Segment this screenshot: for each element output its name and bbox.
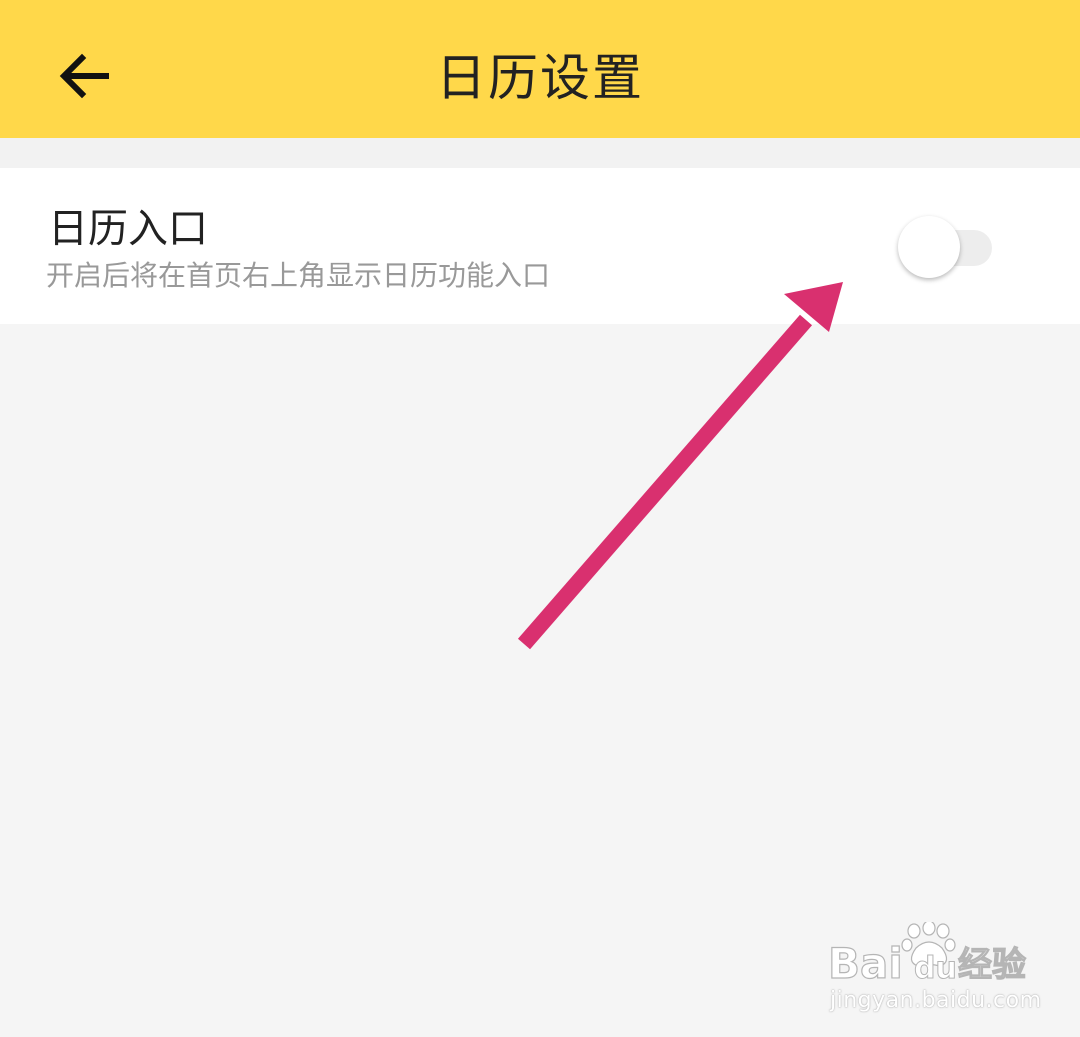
baidu-jingyan-watermark: Bai du 经验 jingyan.baidu.com [826,922,1041,1018]
svg-text:Bai: Bai [828,939,903,988]
page-title: 日历设置 [436,49,644,107]
top-app-bar: 日历设置 [0,0,1080,138]
svg-text:du: du [914,951,957,986]
toggle-knob [898,216,960,278]
setting-description: 开启后将在首页右上角显示日历功能入口 [46,259,551,292]
baidu-jingyan-logo: Bai du 经验 [827,922,1027,989]
calendar-entry-toggle[interactable] [898,216,998,280]
calendar-entry-setting-row[interactable]: 日历入口 开启后将在首页右上角显示日历功能入口 [0,168,1080,324]
watermark-url: jingyan.baidu.com [830,988,1042,1013]
section-spacer [0,138,1080,168]
svg-text:经验: 经验 [958,945,1026,985]
setting-title: 日历入口 [48,206,208,252]
